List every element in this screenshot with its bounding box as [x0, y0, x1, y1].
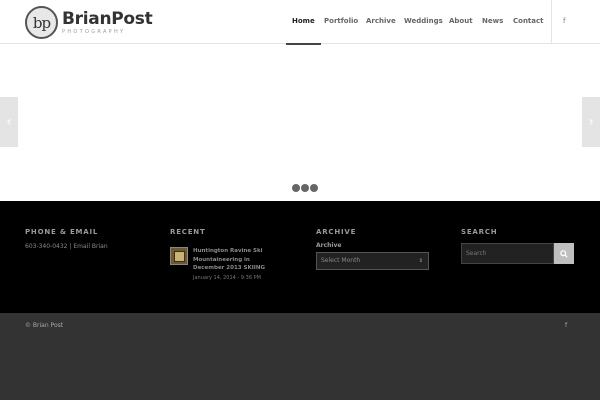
recent-post-date: January 14, 2014 - 9:36 PM	[193, 274, 261, 281]
nav-item-home[interactable]: Home	[286, 0, 321, 45]
footer-recent-heading: RECENT	[170, 228, 206, 236]
search-form: Search	[461, 243, 574, 264]
select-arrows-icon: ⇕	[418, 258, 423, 264]
slider-dot[interactable]	[310, 184, 318, 192]
footer-phone-widget: PHONE & EMAIL 603-340-0432 | Email Brian	[25, 228, 108, 250]
logo-name: BrianPost	[62, 8, 153, 29]
search-icon	[560, 249, 568, 258]
copyright-text: © Brian Post	[25, 322, 64, 329]
recent-post[interactable]: Huntington Ravine Ski Mountaineering in …	[170, 247, 283, 281]
recent-post-title[interactable]: Huntington Ravine Ski Mountaineering in …	[193, 247, 283, 273]
nav-item-contact[interactable]: Contact	[513, 0, 544, 44]
footer-search-widget: SEARCH Search	[461, 228, 574, 264]
search-input[interactable]: Search	[461, 243, 554, 264]
footer-phone-text[interactable]: 603-340-0432 | Email Brian	[25, 243, 108, 250]
archive-month-select[interactable]: Select Month ⇕	[316, 252, 429, 270]
nav-item-archive[interactable]: Archive	[366, 0, 396, 44]
site-header: bp BrianPost PHOTOGRAPHY Home Portfolio …	[0, 0, 600, 45]
slider-dots	[292, 184, 318, 192]
facebook-icon[interactable]: f	[563, 0, 565, 44]
logo-tagline: PHOTOGRAPHY	[62, 28, 126, 35]
footer-archive-widget: ARCHIVE Archive Select Month ⇕	[316, 228, 429, 270]
recent-post-thumbnail[interactable]	[170, 247, 188, 265]
slider-prev-button[interactable]: ‹	[0, 97, 18, 147]
footer-recent-widget: RECENT Huntington Ravine Ski Mountaineer…	[170, 228, 283, 281]
facebook-icon[interactable]: f	[565, 322, 567, 329]
chevron-right-icon: ›	[588, 114, 594, 130]
image-slider: ‹ ›	[0, 45, 600, 201]
footer-socket: © Brian Post f	[0, 313, 600, 400]
archive-select-value: Select Month	[321, 257, 361, 264]
search-button[interactable]	[554, 243, 574, 264]
nav-item-portfolio[interactable]: Portfolio	[324, 0, 358, 44]
site-logo[interactable]: bp BrianPost PHOTOGRAPHY	[25, 6, 153, 39]
site-footer: PHONE & EMAIL 603-340-0432 | Email Brian…	[0, 201, 600, 313]
footer-search-heading: SEARCH	[461, 228, 498, 236]
footer-phone-heading: PHONE & EMAIL	[25, 228, 99, 236]
archive-label: Archive	[316, 242, 342, 249]
footer-archive-heading: ARCHIVE	[316, 228, 357, 236]
nav-item-weddings[interactable]: Weddings	[404, 0, 443, 44]
chevron-left-icon: ‹	[6, 114, 12, 130]
nav-item-news[interactable]: News	[482, 0, 503, 44]
slider-next-button[interactable]: ›	[582, 97, 600, 147]
logo-mark: bp	[25, 6, 58, 39]
slider-dot[interactable]	[301, 184, 309, 192]
nav-divider	[551, 0, 552, 44]
slider-dot[interactable]	[292, 184, 300, 192]
nav-item-about[interactable]: About	[449, 0, 473, 44]
